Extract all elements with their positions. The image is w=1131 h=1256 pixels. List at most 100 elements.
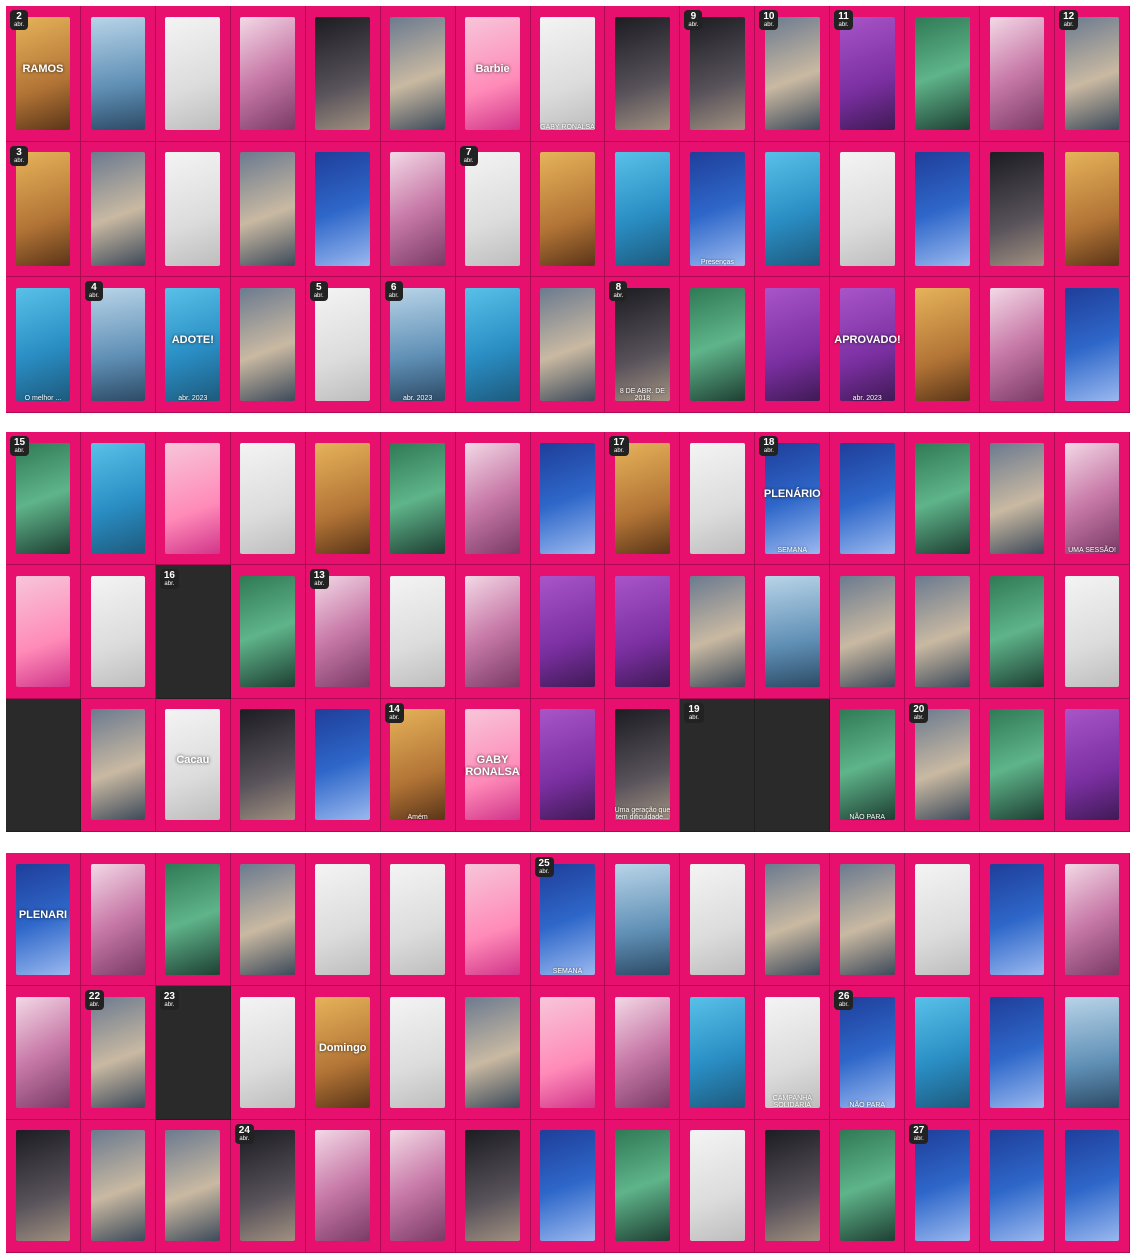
- story-thumbnail[interactable]: 18 abr. PLENÁRIO SEMANA: [755, 432, 831, 566]
- story-thumbnail[interactable]: [305, 6, 381, 142]
- story-thumbnail[interactable]: [1055, 1119, 1130, 1253]
- story-thumbnail[interactable]: [380, 432, 456, 566]
- story-thumbnail[interactable]: [905, 141, 981, 278]
- story-thumbnail[interactable]: [680, 432, 756, 566]
- story-thumbnail[interactable]: [80, 698, 156, 832]
- story-thumbnail[interactable]: 22 abr.: [80, 986, 156, 1120]
- story-thumbnail[interactable]: [530, 698, 606, 832]
- story-thumbnail[interactable]: 9 abr.: [680, 6, 756, 142]
- story-thumbnail[interactable]: 7 abr.: [455, 141, 531, 278]
- story-thumbnail[interactable]: Uma geração que tem dificuldade...: [605, 698, 681, 832]
- story-thumbnail[interactable]: [380, 1119, 456, 1253]
- story-thumbnail[interactable]: [980, 277, 1056, 413]
- story-thumbnail[interactable]: [305, 853, 381, 987]
- story-thumbnail[interactable]: [530, 432, 606, 566]
- story-thumbnail[interactable]: [830, 432, 906, 566]
- story-thumbnail[interactable]: [230, 698, 306, 832]
- story-thumbnail[interactable]: 27 abr.: [905, 1119, 981, 1253]
- story-thumbnail[interactable]: 26 abr. NÃO PARA: [830, 986, 906, 1120]
- story-thumbnail[interactable]: [605, 565, 681, 699]
- story-thumbnail[interactable]: [80, 141, 156, 278]
- story-thumbnail[interactable]: [1055, 698, 1130, 832]
- story-thumbnail[interactable]: GABY RONALSA: [530, 6, 606, 142]
- story-thumbnail[interactable]: [305, 698, 381, 832]
- story-thumbnail[interactable]: [755, 698, 831, 832]
- story-thumbnail[interactable]: [230, 986, 306, 1120]
- story-thumbnail[interactable]: [455, 1119, 531, 1253]
- story-thumbnail[interactable]: ADOTE! abr. 2023: [155, 277, 231, 413]
- story-thumbnail[interactable]: [905, 6, 981, 142]
- story-thumbnail[interactable]: [155, 6, 231, 142]
- story-thumbnail[interactable]: [680, 853, 756, 987]
- story-thumbnail[interactable]: [755, 565, 831, 699]
- story-thumbnail[interactable]: [830, 853, 906, 987]
- story-thumbnail[interactable]: [605, 1119, 681, 1253]
- story-thumbnail[interactable]: APROVADO! abr. 2023: [830, 277, 906, 413]
- story-thumbnail[interactable]: [530, 141, 606, 278]
- story-thumbnail[interactable]: [1055, 565, 1130, 699]
- story-thumbnail[interactable]: [755, 853, 831, 987]
- story-thumbnail[interactable]: PLENARI: [6, 853, 81, 987]
- story-thumbnail[interactable]: 4 abr.: [80, 277, 156, 413]
- story-thumbnail[interactable]: 14 abr. Amém: [380, 698, 456, 832]
- story-thumbnail[interactable]: 11 abr.: [830, 6, 906, 142]
- story-thumbnail[interactable]: UMA SESSÃO!: [1055, 432, 1130, 566]
- story-thumbnail[interactable]: 5 abr.: [305, 277, 381, 413]
- story-thumbnail[interactable]: [380, 986, 456, 1120]
- story-thumbnail[interactable]: [680, 277, 756, 413]
- story-thumbnail[interactable]: [1055, 277, 1130, 413]
- story-thumbnail[interactable]: [680, 986, 756, 1120]
- story-thumbnail[interactable]: 2 abr. RAMOS: [6, 6, 81, 142]
- story-thumbnail[interactable]: [755, 1119, 831, 1253]
- story-thumbnail[interactable]: [980, 853, 1056, 987]
- story-thumbnail[interactable]: [1055, 853, 1130, 987]
- story-thumbnail[interactable]: [605, 986, 681, 1120]
- story-thumbnail[interactable]: [455, 565, 531, 699]
- story-thumbnail[interactable]: [1055, 986, 1130, 1120]
- story-thumbnail[interactable]: [155, 432, 231, 566]
- story-thumbnail[interactable]: [230, 565, 306, 699]
- story-thumbnail[interactable]: [230, 853, 306, 987]
- story-thumbnail[interactable]: [455, 277, 531, 413]
- story-thumbnail[interactable]: [455, 986, 531, 1120]
- story-thumbnail[interactable]: [1055, 141, 1130, 278]
- story-thumbnail[interactable]: [80, 1119, 156, 1253]
- story-thumbnail[interactable]: [980, 432, 1056, 566]
- story-thumbnail[interactable]: [530, 277, 606, 413]
- story-thumbnail[interactable]: [155, 141, 231, 278]
- story-thumbnail[interactable]: [155, 853, 231, 987]
- story-thumbnail[interactable]: [980, 986, 1056, 1120]
- story-thumbnail[interactable]: [80, 432, 156, 566]
- story-thumbnail[interactable]: [905, 432, 981, 566]
- story-thumbnail[interactable]: [605, 853, 681, 987]
- story-thumbnail[interactable]: [380, 6, 456, 142]
- story-thumbnail[interactable]: [755, 141, 831, 278]
- story-thumbnail[interactable]: [830, 141, 906, 278]
- story-thumbnail[interactable]: [905, 277, 981, 413]
- story-thumbnail[interactable]: Cacau: [155, 698, 231, 832]
- story-thumbnail[interactable]: 3 abr.: [6, 141, 81, 278]
- story-thumbnail[interactable]: 25 abr. SEMANA: [530, 853, 606, 987]
- story-thumbnail[interactable]: [530, 986, 606, 1120]
- story-thumbnail[interactable]: [6, 698, 81, 832]
- story-thumbnail[interactable]: [80, 565, 156, 699]
- story-thumbnail[interactable]: [980, 565, 1056, 699]
- story-thumbnail[interactable]: [605, 6, 681, 142]
- story-thumbnail[interactable]: [230, 6, 306, 142]
- story-thumbnail[interactable]: 6 abr. abr. 2023: [380, 277, 456, 413]
- story-thumbnail[interactable]: [6, 1119, 81, 1253]
- story-thumbnail[interactable]: Presenças: [680, 141, 756, 278]
- story-thumbnail[interactable]: [980, 141, 1056, 278]
- story-thumbnail[interactable]: 17 abr.: [605, 432, 681, 566]
- story-thumbnail[interactable]: 13 abr.: [305, 565, 381, 699]
- story-thumbnail[interactable]: [980, 6, 1056, 142]
- story-thumbnail[interactable]: 10 abr.: [755, 6, 831, 142]
- story-thumbnail[interactable]: 8 abr. 8 DE ABR. DE 2018: [605, 277, 681, 413]
- story-thumbnail[interactable]: [230, 141, 306, 278]
- story-thumbnail[interactable]: [230, 277, 306, 413]
- story-thumbnail[interactable]: 12 abr.: [1055, 6, 1130, 142]
- story-thumbnail[interactable]: NÃO PARA: [830, 698, 906, 832]
- story-thumbnail[interactable]: [905, 986, 981, 1120]
- story-thumbnail[interactable]: [680, 1119, 756, 1253]
- story-thumbnail[interactable]: O melhor ...: [6, 277, 81, 413]
